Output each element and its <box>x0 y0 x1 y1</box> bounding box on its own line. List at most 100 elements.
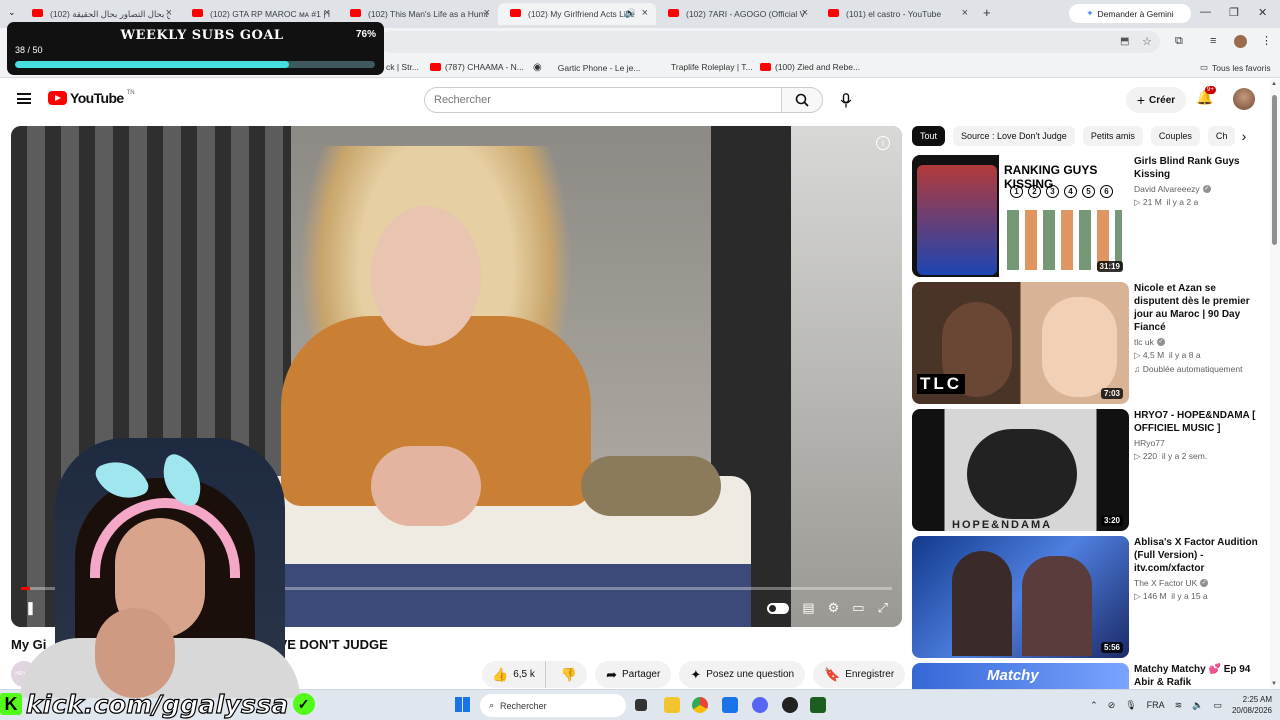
dislike-button[interactable]: 👎 <box>551 667 587 683</box>
youtube-favicon-icon <box>668 9 679 17</box>
chip-boyfriends[interactable]: Petits amis <box>1082 126 1143 146</box>
mail-icon[interactable] <box>722 697 738 713</box>
close-tab-icon[interactable]: × <box>642 7 648 19</box>
bookmark-item[interactable]: Traplife Roleplay | T... <box>671 62 753 72</box>
wifi-icon[interactable]: ≋ <box>1175 700 1183 711</box>
chrome-icon[interactable] <box>692 697 708 713</box>
recommendation-thumbnail[interactable]: HOPE&NDAMA 3:20 <box>912 409 1129 531</box>
task-view-icon[interactable] <box>635 699 647 711</box>
terminal-icon[interactable] <box>810 697 826 713</box>
info-icon[interactable]: i <box>876 136 890 150</box>
close-tab-icon[interactable]: × <box>324 7 330 19</box>
recommendation-thumbnail[interactable]: 5:56 <box>912 536 1129 658</box>
recommendation-thumbnail[interactable]: TLC 7:03 <box>912 282 1129 404</box>
recommendation-item[interactable]: 5:56 Ablisa's X Factor Audition (Full Ve… <box>912 536 1262 658</box>
chip-couples[interactable]: Couples <box>1150 126 1200 146</box>
search-input[interactable]: Rechercher <box>424 87 782 113</box>
autoplay-toggle[interactable] <box>767 602 790 614</box>
extensions-icon[interactable]: ⧉ <box>1175 35 1183 48</box>
volume-icon[interactable]: 🔈 <box>1192 700 1203 711</box>
close-tab-icon[interactable]: × <box>166 7 172 19</box>
omnibox[interactable] <box>380 31 1160 53</box>
browser-tab-6[interactable]: (101) el castro - YouTube × <box>816 3 976 25</box>
browser-tab-4[interactable]: (102) My Girlfriend Acts Like 🔊 × <box>498 3 656 25</box>
chip-all[interactable]: Tout <box>912 126 946 146</box>
recommendation-item[interactable]: TLC 7:03 Nicole et Azan se disputent dès… <box>912 282 1262 404</box>
install-icon[interactable]: ⬒ <box>1120 36 1129 47</box>
profile-icon[interactable] <box>1234 35 1247 48</box>
file-explorer-icon[interactable] <box>664 697 680 713</box>
browser-tab-5[interactable]: (102) 7ARI - AGOGO (Official V × <box>656 3 816 25</box>
media-icon[interactable]: ≡ <box>1210 35 1216 47</box>
recommendation-title[interactable]: HRYO7 - HOPE&NDAMA [ OFFICIEL MUSIC ] <box>1134 409 1262 435</box>
save-button[interactable]: 🔖 Enregistrer <box>813 661 906 688</box>
youtube-logo[interactable]: YouTube TN <box>48 90 135 106</box>
ask-question-button[interactable]: ✦ Posez une question <box>679 661 806 688</box>
recommendation-channel[interactable]: HRyo77 <box>1134 438 1262 448</box>
mic-button[interactable] <box>832 87 860 113</box>
recommendation-title[interactable]: Matchy Matchy 💕 Ep 94 Abir & Rafik <box>1134 663 1262 689</box>
scroll-down-icon[interactable]: ▼ <box>1271 681 1277 687</box>
recommendation-channel[interactable]: tlc uk ✓ <box>1134 337 1262 347</box>
network-off-icon[interactable]: ⊘ <box>1108 700 1116 711</box>
recommendation-thumbnail[interactable]: RANKING GUYS KISSING 1 2 3 4 5 6 31:19 <box>912 155 1129 277</box>
recommendation-channel[interactable]: The X Factor UK ✓ <box>1134 578 1262 588</box>
chevron-right-icon[interactable]: › <box>1236 128 1252 144</box>
page-scrollbar[interactable]: ▲ ▼ <box>1270 79 1280 689</box>
taskbar-clock[interactable]: 2:25 AM 20/08/2026 <box>1232 694 1272 716</box>
settings-gear-icon[interactable]: ⚙ <box>828 600 840 616</box>
share-button[interactable]: ➦ Partager <box>595 661 672 688</box>
scroll-up-icon[interactable]: ▲ <box>1271 81 1277 87</box>
scrollbar-thumb[interactable] <box>1272 95 1277 245</box>
bookmark-label: (787) CHAAMA - N... <box>445 62 524 72</box>
all-bookmarks[interactable]: ▭ Tous les favoris <box>1200 62 1271 73</box>
audio-icon[interactable]: 🔊 <box>625 8 636 19</box>
chip-source[interactable]: Source : Love Don't Judge <box>953 126 1075 146</box>
recommendation-item[interactable]: Matchy Matchy Matchy 💕 Ep 94 Abir & Rafi… <box>912 663 1262 689</box>
close-tab-icon[interactable]: × <box>962 7 968 19</box>
close-window-icon[interactable]: ✕ <box>1258 6 1267 19</box>
gemini-button[interactable]: ✦ Demander à Gemini <box>1069 4 1191 23</box>
subtitles-icon[interactable]: ▤ <box>802 600 814 616</box>
notifications-button[interactable]: 🔔 9+ <box>1196 86 1216 106</box>
create-button[interactable]: + Créer <box>1126 87 1186 113</box>
view-count: 220 <box>1142 451 1158 461</box>
tab-list-icon[interactable]: ⌄ <box>8 7 16 18</box>
like-button[interactable]: 👍 6,5 k <box>482 661 546 688</box>
theater-mode-icon[interactable]: ▭ <box>852 600 864 616</box>
youtube-favicon-icon <box>828 9 839 17</box>
fullscreen-icon[interactable]: ⤢ <box>878 600 888 616</box>
bookmark-item[interactable]: ◉ Gartic Phone - Le je... <box>533 62 640 73</box>
windows-start-icon[interactable] <box>455 697 470 712</box>
search-button[interactable] <box>781 87 823 113</box>
battery-icon[interactable]: ▭ <box>1213 700 1222 711</box>
recommendation-item[interactable]: RANKING GUYS KISSING 1 2 3 4 5 6 31:19 G… <box>912 155 1262 277</box>
recommendation-title[interactable]: Girls Blind Rank Guys Kissing <box>1134 155 1262 181</box>
dubbed-label: Doublée automatiquement <box>1142 364 1243 374</box>
account-avatar[interactable] <box>1233 88 1255 110</box>
bookmark-item[interactable]: (100) Zied and Rebe... <box>760 62 860 72</box>
taskbar-search[interactable]: ⌕ Rechercher <box>480 694 626 717</box>
chevron-up-icon[interactable]: ⌃ <box>1090 700 1098 711</box>
minimize-icon[interactable]: — <box>1200 6 1211 18</box>
menu-icon[interactable] <box>17 93 31 104</box>
recommendation-thumbnail[interactable]: Matchy <box>912 663 1129 689</box>
recommendation-title[interactable]: Nicole et Azan se disputent dès le premi… <box>1134 282 1262 334</box>
language-indicator[interactable]: FRA <box>1147 700 1165 710</box>
star-icon[interactable]: ☆ <box>1142 35 1152 48</box>
mic-icon[interactable]: 🎙 <box>1125 700 1136 711</box>
close-tab-icon[interactable]: × <box>802 7 808 19</box>
bookmark-item[interactable]: ck | Str... <box>386 62 419 72</box>
app-icon[interactable] <box>782 697 798 713</box>
recommendation-title[interactable]: Ablisa's X Factor Audition (Full Version… <box>1134 536 1262 575</box>
close-tab-icon[interactable]: × <box>484 7 490 19</box>
bookmark-icon: 🔖 <box>824 666 841 682</box>
browser-menu-icon[interactable]: ⋮ <box>1261 34 1272 47</box>
bookmark-item[interactable]: (787) CHAAMA - N... <box>430 62 524 72</box>
new-tab-button[interactable]: + <box>983 5 991 20</box>
recommendation-channel[interactable]: David Alvareeezy ✓ <box>1134 184 1262 194</box>
discord-icon[interactable] <box>752 697 768 713</box>
recommendation-item[interactable]: HOPE&NDAMA 3:20 HRYO7 - HOPE&NDAMA [ OFF… <box>912 409 1262 531</box>
restore-icon[interactable]: ❐ <box>1229 6 1239 19</box>
chip-partial[interactable]: Ch <box>1207 126 1236 146</box>
